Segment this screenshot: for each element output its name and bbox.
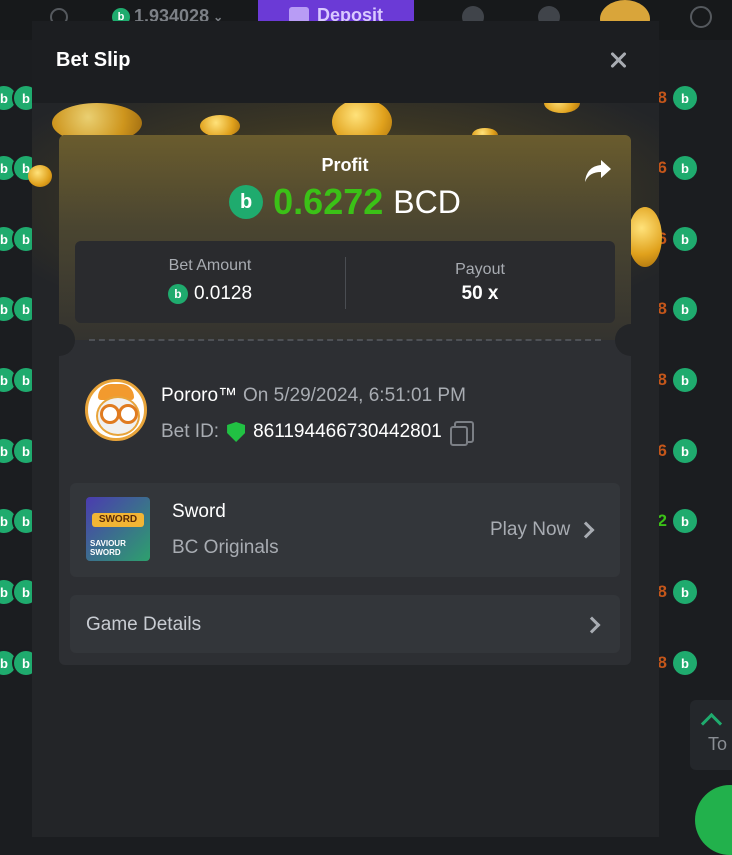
bcd-coin-icon: b (672, 509, 697, 533)
game-thumb-subtitle: SAVIOUR SWORD (90, 539, 126, 557)
game-row[interactable]: SWORD SAVIOUR SWORD Sword BC Originals P… (70, 483, 620, 577)
gold-coin-decoration (200, 115, 240, 137)
avatar-goggle (100, 404, 120, 424)
back-to-top-label: To (708, 734, 728, 754)
payout-label: Payout (455, 261, 505, 278)
bcd-coin-icon: b (672, 156, 697, 180)
back-to-top-button[interactable]: To (690, 700, 732, 770)
bet-amount-stat: Bet Amount b 0.0128 (75, 241, 345, 323)
verified-shield-icon (227, 422, 246, 442)
bcd-coin-icon: b (672, 651, 697, 675)
arrow-up-icon (700, 712, 723, 735)
bcd-coin-icon: b (672, 227, 697, 251)
profit-currency: BCD (393, 183, 461, 220)
game-details-label: Game Details (86, 614, 202, 635)
bet-id-value: 861194466730442801 (253, 421, 442, 442)
support-chat-button[interactable] (695, 785, 732, 855)
game-provider: BC Originals (172, 537, 279, 558)
bcd-coin-icon: b (672, 439, 697, 463)
gold-coin-decoration (628, 207, 662, 267)
bet-slip-card: Profit b 0.6272 BCD Bet Amount b 0.0128 … (59, 135, 631, 665)
profit-value: 0.6272 (273, 181, 384, 222)
bet-id-line: Bet ID: 861194466730442801 (161, 421, 474, 446)
bcd-coin-icon: b (672, 297, 697, 321)
profit-label: Profit (321, 155, 369, 175)
game-thumb-title: SWORD (92, 513, 144, 527)
chevron-right-icon (577, 521, 595, 539)
globe-icon[interactable] (690, 6, 712, 28)
copy-icon[interactable] (449, 421, 474, 446)
gold-coin-decoration (28, 165, 52, 187)
modal-title: Bet Slip (56, 49, 131, 71)
bcd-coin-icon: b (672, 580, 697, 604)
payout-stat: Payout 50 x (345, 241, 615, 323)
dashed-separator (89, 339, 601, 341)
bet-amount-row: b 0.0128 (75, 283, 345, 305)
bet-stats-panel: Bet Amount b 0.0128 Payout 50 x (75, 241, 615, 323)
bet-slip-modal: Bet Slip Profit b 0.6272 BCD Bet Amount … (28, 21, 662, 837)
play-now-label: Play Now (490, 519, 571, 540)
game-details-button[interactable]: Game Details (70, 595, 620, 653)
share-icon[interactable] (583, 157, 613, 185)
bet-date: On 5/29/2024, 6:51:01 PM (243, 385, 466, 406)
avatar-goggle (118, 404, 138, 424)
play-now-button[interactable]: Play Now (490, 519, 595, 541)
game-thumbnail[interactable]: SWORD SAVIOUR SWORD (86, 497, 150, 561)
bcd-coin-icon: b (672, 86, 697, 110)
user-line: Pororo™ On 5/29/2024, 6:51:01 PM (161, 385, 466, 407)
game-name: Sword (172, 501, 226, 522)
close-icon[interactable] (606, 48, 630, 72)
payout-value: 50 x (461, 283, 499, 304)
user-avatar[interactable] (85, 379, 147, 441)
bet-amount-label: Bet Amount (168, 257, 252, 274)
user-name[interactable]: Pororo™ (161, 385, 237, 407)
bcd-coin-icon: b (672, 368, 697, 392)
chevron-right-icon (583, 616, 601, 634)
bcd-coin-icon: b (167, 284, 188, 304)
bcd-coin-icon: b (229, 185, 264, 219)
bet-id-label: Bet ID: (161, 421, 220, 442)
modal-header: Bet Slip (32, 21, 659, 103)
profit-row: b 0.6272 BCD (59, 181, 631, 223)
bet-amount-value: 0.0128 (193, 283, 253, 304)
